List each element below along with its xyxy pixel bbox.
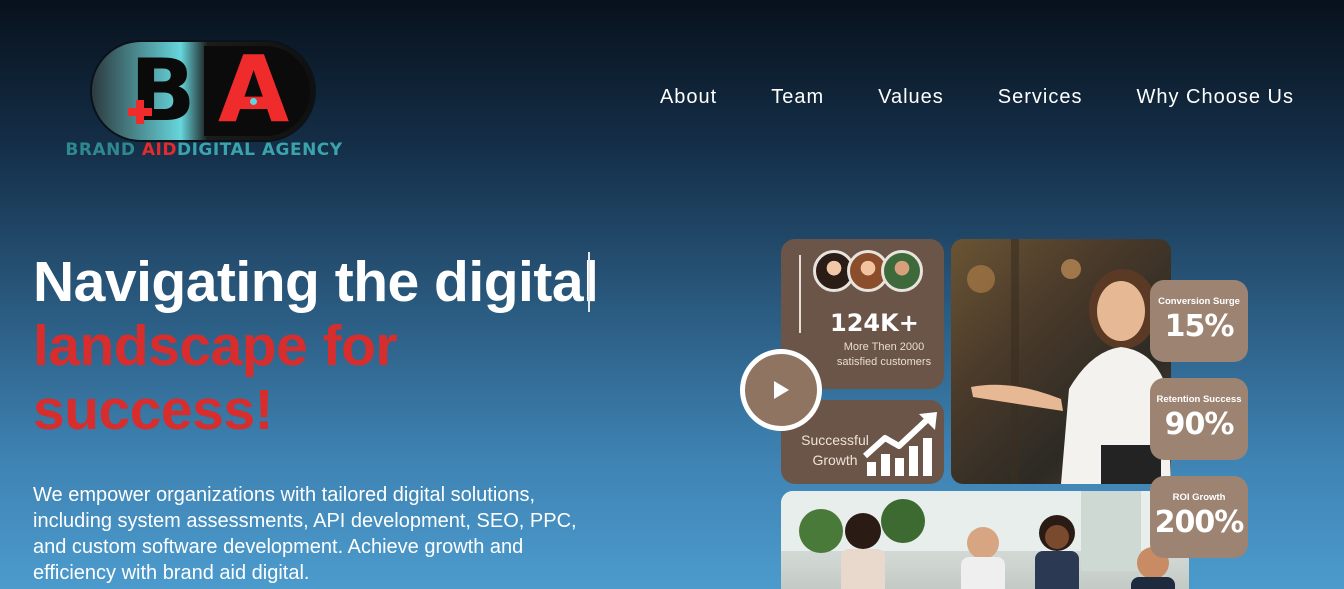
hero-title-line3: success! — [33, 378, 274, 442]
customers-caption: More Then 2000 satisfied customers — [836, 341, 932, 368]
play-video-button[interactable] — [740, 349, 822, 431]
hero-description: We empower organizations with tailored d… — [33, 484, 577, 584]
customers-card-divider — [799, 255, 801, 333]
badge-value: 15% — [1164, 309, 1235, 344]
logo-word-aid: AID — [141, 140, 177, 160]
logo-wordmark: BRAND AIDDIGITAL AGENCY — [64, 140, 344, 160]
nav-services[interactable]: Services — [998, 86, 1083, 109]
badge-value: 90% — [1164, 407, 1235, 442]
brand-logo[interactable]: B A BRAND AIDDIGITAL AGENCY — [64, 40, 344, 164]
customer-avatars — [813, 250, 923, 292]
nav-why-choose-us[interactable]: Why Choose Us — [1137, 86, 1295, 109]
nav-values[interactable]: Values — [878, 86, 944, 109]
team-photo — [781, 491, 1189, 589]
logo-dot — [250, 98, 257, 105]
hero-title-line2: landscape for — [33, 314, 398, 378]
customers-count: 124K+ — [830, 309, 919, 337]
logo-cross-bar — [128, 108, 152, 116]
presenter-photo — [951, 239, 1171, 484]
logo-letter-a: A — [218, 36, 290, 143]
team-illustration — [781, 491, 1189, 589]
retention-success-badge: Retention Success 90% — [1150, 378, 1248, 460]
badge-label: ROI Growth — [1172, 492, 1226, 503]
main-nav: About Team Values Services Why Choose Us — [660, 86, 1294, 109]
roi-growth-badge: ROI Growth 200% — [1150, 476, 1248, 558]
hero-title: Navigating the digital landscape for suc… — [33, 250, 599, 442]
logo-word-digital-agency: DIGITAL AGENCY — [176, 140, 343, 160]
badge-label: Retention Success — [1156, 394, 1242, 405]
typing-cursor — [588, 252, 590, 312]
nav-about[interactable]: About — [660, 86, 717, 109]
hero-title-line1: Navigating the digital — [33, 250, 599, 314]
logo-word-brand: BRAND — [65, 140, 136, 160]
badge-value: 200% — [1154, 505, 1245, 540]
presenter-illustration — [967, 239, 1171, 484]
growth-chart-icon — [863, 412, 937, 476]
badge-label: Conversion Surge — [1158, 296, 1240, 307]
avatar — [881, 250, 923, 292]
conversion-surge-badge: Conversion Surge 15% — [1150, 280, 1248, 362]
nav-team[interactable]: Team — [771, 86, 824, 109]
play-icon — [774, 381, 789, 399]
